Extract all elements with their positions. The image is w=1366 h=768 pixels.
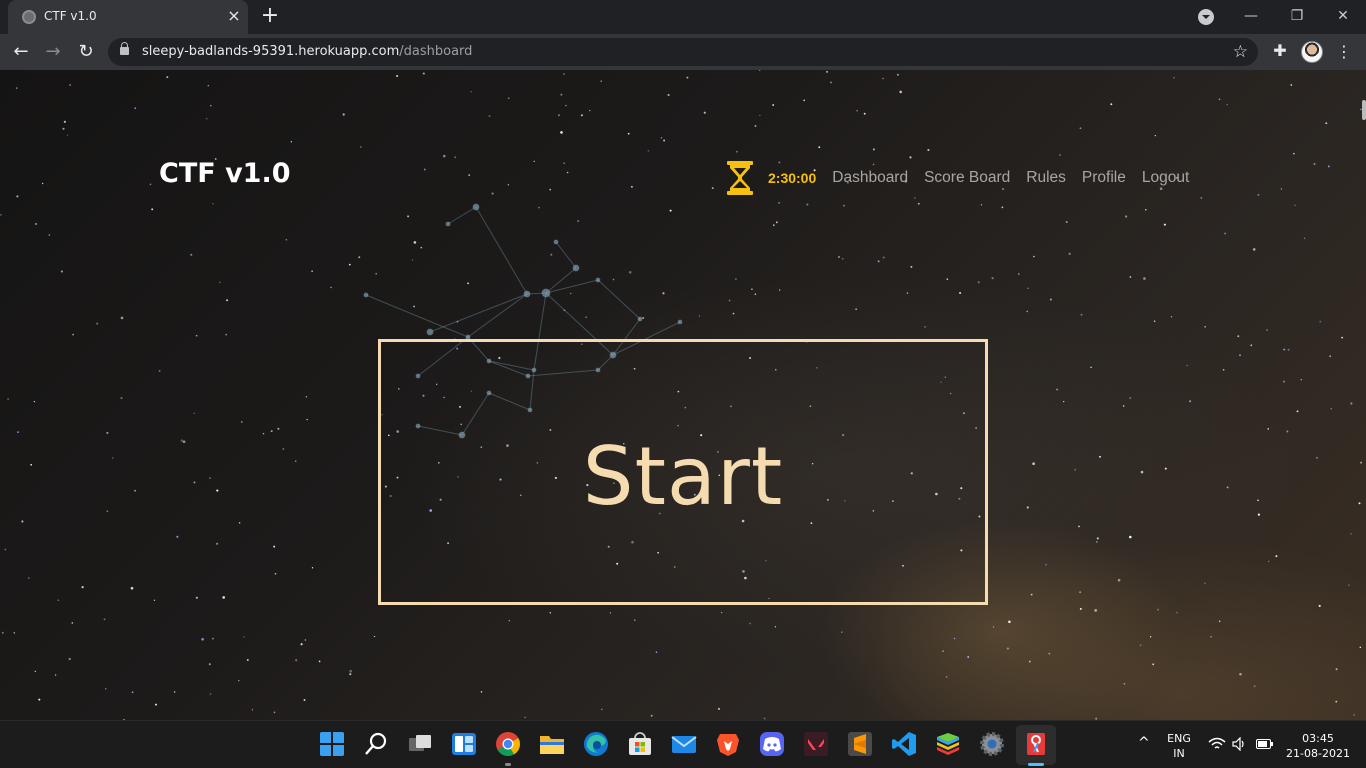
countdown-timer: 2:30:00 xyxy=(768,170,817,186)
nav-link-logout[interactable]: Logout xyxy=(1142,169,1189,187)
edge-icon[interactable] xyxy=(583,731,609,757)
tab-search-icon[interactable] xyxy=(1198,9,1214,25)
task-view-icon[interactable] xyxy=(407,731,433,757)
hourglass-icon xyxy=(727,161,753,195)
url-host: sleepy-badlands-95391.herokuapp.com xyxy=(142,44,400,59)
scrollbar-thumb[interactable] xyxy=(1362,100,1366,120)
battery-icon[interactable] xyxy=(1256,739,1274,749)
top-navigation: 2:30:00 Dashboard Score Board Rules Prof… xyxy=(724,160,1205,196)
minimize-button[interactable]: — xyxy=(1236,2,1266,30)
bookmark-star-icon[interactable]: ☆ xyxy=(1233,42,1248,62)
clock-date: 21-08-2021 xyxy=(1286,747,1350,760)
search-icon[interactable] xyxy=(363,731,389,757)
windows-taskbar: ^ ENG IN 03:45 21-08-2021 xyxy=(0,720,1366,768)
nav-link-dashboard[interactable]: Dashboard xyxy=(832,169,908,187)
browser-tab[interactable]: CTF v1.0 × xyxy=(8,0,248,34)
wifi-icon[interactable] xyxy=(1208,737,1226,751)
start-button[interactable]: Start xyxy=(378,339,988,605)
restore-button[interactable]: ❐ xyxy=(1282,2,1312,30)
language-indicator[interactable]: ENG IN xyxy=(1166,731,1192,761)
discord-icon[interactable] xyxy=(759,731,785,757)
extensions-puzzle-icon[interactable]: ✚ xyxy=(1270,41,1290,61)
site-brand[interactable]: CTF v1.0 xyxy=(159,158,291,189)
browser-toolbar: ← → ↻ sleepy-badlands-95391.herokuapp.co… xyxy=(0,34,1366,70)
chrome-running-indicator xyxy=(505,763,511,766)
system-clock[interactable]: 03:45 21-08-2021 xyxy=(1286,731,1350,761)
valorant-icon[interactable] xyxy=(803,731,829,757)
tab-title: CTF v1.0 xyxy=(44,9,97,23)
url-path: /dashboard xyxy=(399,44,473,59)
nav-link-rules[interactable]: Rules xyxy=(1026,169,1066,187)
active-app-indicator xyxy=(1028,763,1044,766)
mail-icon[interactable] xyxy=(671,731,697,757)
nav-link-score-board[interactable]: Score Board xyxy=(924,169,1010,187)
chrome-icon[interactable] xyxy=(495,731,521,757)
new-tab-button[interactable]: + xyxy=(258,4,282,28)
tab-close-icon[interactable]: × xyxy=(224,6,244,26)
clock-time: 03:45 xyxy=(1302,732,1334,745)
back-button[interactable]: ← xyxy=(8,39,34,65)
tab-strip: CTF v1.0 × + — ❐ ✕ xyxy=(0,0,1366,34)
vscode-icon[interactable] xyxy=(891,731,917,757)
brave-icon[interactable] xyxy=(715,731,741,757)
bluestacks-icon[interactable] xyxy=(935,731,961,757)
file-explorer-icon[interactable] xyxy=(539,731,565,757)
lock-icon[interactable] xyxy=(120,42,129,55)
snipping-tool-icon[interactable] xyxy=(1023,731,1049,757)
start-icon[interactable] xyxy=(319,731,345,757)
profile-avatar[interactable] xyxy=(1301,41,1323,63)
address-bar[interactable]: sleepy-badlands-95391.herokuapp.com/dash… xyxy=(108,38,1258,66)
region-code: IN xyxy=(1173,747,1185,760)
sublime-text-icon[interactable] xyxy=(847,731,873,757)
nav-link-profile[interactable]: Profile xyxy=(1082,169,1126,187)
volume-icon[interactable] xyxy=(1232,737,1246,751)
page-viewport: CTF v1.0 2:30:00 Dashboard Score Board R… xyxy=(0,70,1366,720)
reload-button[interactable]: ↻ xyxy=(73,39,99,65)
tray-overflow-chevron[interactable]: ^ xyxy=(1138,735,1150,751)
globe-icon xyxy=(22,10,36,24)
store-icon[interactable] xyxy=(627,731,653,757)
language-code: ENG xyxy=(1167,732,1191,745)
widgets-icon[interactable] xyxy=(451,731,477,757)
close-window-button[interactable]: ✕ xyxy=(1328,2,1358,30)
start-label: Start xyxy=(582,429,784,523)
forward-button[interactable]: → xyxy=(40,39,66,65)
url-text[interactable]: sleepy-badlands-95391.herokuapp.com/dash… xyxy=(142,44,472,59)
settings-icon[interactable] xyxy=(979,731,1005,757)
browser-menu-icon[interactable]: ⋮ xyxy=(1334,41,1354,63)
